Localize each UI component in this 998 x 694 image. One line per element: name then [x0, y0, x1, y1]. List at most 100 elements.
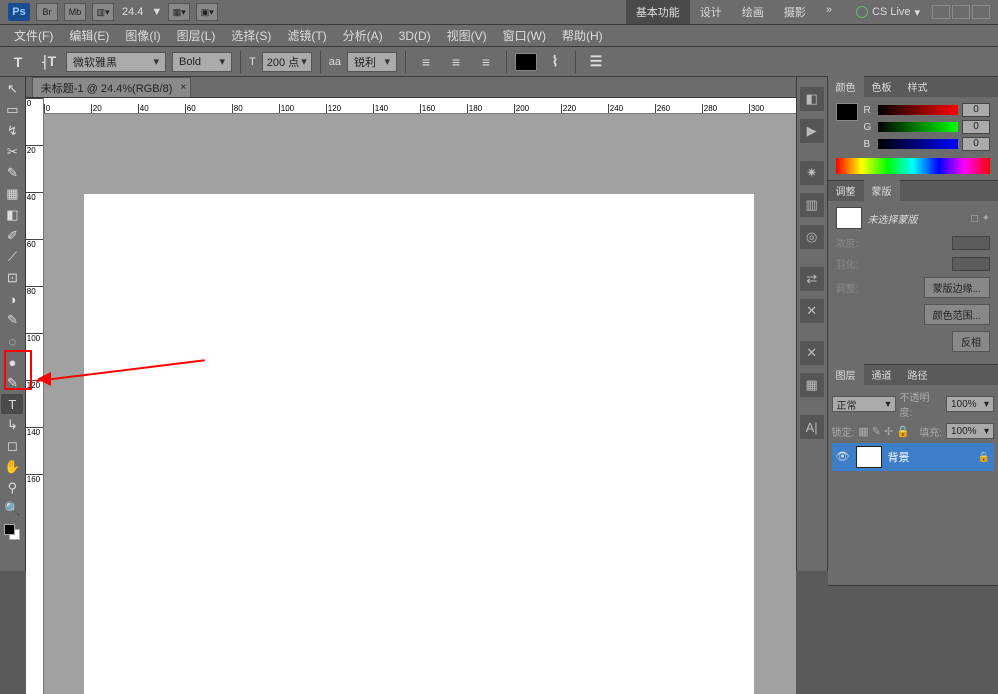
tool-zoom[interactable]: 🔍 [1, 499, 23, 519]
b-slider[interactable] [878, 139, 958, 149]
tool-shape[interactable]: ◻ [1, 436, 23, 456]
font-style-select[interactable]: Bold [172, 52, 232, 72]
tab-styles[interactable]: 样式 [900, 76, 936, 97]
zoom-chevron-icon[interactable]: ▼ [151, 6, 162, 18]
r-value[interactable]: 0 [962, 103, 990, 117]
menu-layer[interactable]: 图层(L) [169, 27, 224, 44]
font-size-input[interactable]: 200 点 [262, 52, 312, 72]
minimize-button[interactable] [932, 5, 950, 19]
text-color-swatch[interactable] [515, 53, 537, 71]
tab-color[interactable]: 颜色 [828, 76, 864, 97]
tool-history-brush[interactable]: ⊡ [1, 268, 23, 288]
antialias-select[interactable]: 锐利 [347, 52, 397, 72]
invert-button[interactable]: 反相 [952, 331, 990, 352]
tool-blur[interactable]: ◌ [1, 331, 23, 351]
color-range-button[interactable]: 颜色范围... [924, 304, 990, 325]
fg-bg-swatches[interactable] [4, 524, 20, 540]
visibility-icon[interactable]: 👁 [836, 450, 850, 464]
b-value[interactable]: 0 [962, 137, 990, 151]
tool-preset-icon[interactable]: T [6, 50, 30, 74]
history-panel-icon[interactable]: ◧ [800, 87, 824, 111]
workspace-photo[interactable]: 摄影 [774, 0, 816, 24]
tab-masks[interactable]: 蒙版 [864, 180, 900, 201]
document-tab[interactable]: 未标题-1 @ 24.4%(RGB/8) × [32, 77, 192, 97]
canvas[interactable] [84, 194, 754, 694]
screen-mode-button[interactable]: ▣▾ [196, 3, 218, 21]
lock-icons[interactable]: ▦ ✎ ✢ 🔒 [858, 425, 910, 438]
warp-text-button[interactable]: ⌇ [543, 50, 567, 74]
view-extras-button[interactable]: ▦▾ [168, 3, 190, 21]
minibridge-button[interactable]: Mb [64, 3, 86, 21]
tool-heal[interactable]: ◧ [1, 205, 23, 225]
cslive-button[interactable]: CS Live ▾ [856, 6, 920, 19]
layers-panel-icon[interactable]: ▦ [800, 373, 824, 397]
opacity-input[interactable]: 100% [946, 396, 994, 412]
menu-filter[interactable]: 滤镜(T) [279, 27, 334, 44]
tool-eyedropper[interactable]: ▦ [1, 184, 23, 204]
restore-button[interactable] [952, 5, 970, 19]
tool-brush[interactable]: ✐ [1, 226, 23, 246]
zoom-value[interactable]: 24.4 [122, 6, 143, 18]
tool-hand[interactable]: ✋ [1, 457, 23, 477]
font-family-select[interactable]: 微软雅黑 [66, 52, 166, 72]
tool-gradient[interactable]: ✎ [1, 310, 23, 330]
tool-magic-wand[interactable]: ✂ [1, 142, 23, 162]
text-orientation-button[interactable]: ⸡T [36, 50, 60, 74]
align-right-button[interactable]: ≡ [474, 50, 498, 74]
menu-select[interactable]: 选择(S) [223, 27, 279, 44]
workspace-basic[interactable]: 基本功能 [626, 0, 690, 24]
tab-channels[interactable]: 通道 [864, 364, 900, 385]
mask-icons[interactable]: ◻ ✦ [971, 213, 990, 224]
close-icon[interactable]: × [181, 82, 187, 93]
layer-row[interactable]: 👁 背景 🔒 [832, 443, 994, 471]
menu-view[interactable]: 视图(V) [439, 27, 495, 44]
spectrum-ramp[interactable] [836, 158, 990, 174]
docs-button[interactable]: ▥▾ [92, 3, 114, 21]
density-input[interactable] [952, 236, 990, 250]
brush-panel-icon[interactable]: ✷ [800, 161, 824, 185]
tool-marquee[interactable]: ▭ [1, 100, 23, 120]
menu-3d[interactable]: 3D(D) [391, 29, 439, 43]
tools-panel-icon[interactable]: ✕ [800, 341, 824, 365]
color-fg-swatch[interactable] [836, 103, 858, 121]
swap-panel-icon[interactable]: ⇄ [800, 267, 824, 291]
tool-crop[interactable]: ✎ [1, 163, 23, 183]
bridge-button[interactable]: Br [36, 3, 58, 21]
g-slider[interactable] [878, 122, 958, 132]
tab-swatches[interactable]: 色板 [864, 76, 900, 97]
feather-input[interactable] [952, 257, 990, 271]
para-panel-icon[interactable]: ✕ [800, 299, 824, 323]
menu-image[interactable]: 图像(I) [117, 27, 168, 44]
tab-adjustments[interactable]: 调整 [828, 180, 864, 201]
menu-file[interactable]: 文件(F) [6, 27, 61, 44]
tool-move[interactable]: ↖ [1, 79, 23, 99]
tool-eraser[interactable]: ◑ [1, 289, 23, 309]
actions-panel-icon[interactable]: ▶ [800, 119, 824, 143]
align-left-button[interactable]: ≡ [414, 50, 438, 74]
workspace-paint[interactable]: 绘画 [732, 0, 774, 24]
tool-lasso[interactable]: ↯ [1, 121, 23, 141]
close-button[interactable] [972, 5, 990, 19]
workspace-more[interactable]: » [816, 0, 842, 24]
align-center-button[interactable]: ≡ [444, 50, 468, 74]
menu-analysis[interactable]: 分析(A) [335, 27, 391, 44]
canvas-viewport[interactable] [44, 114, 796, 694]
nav-panel-icon[interactable]: ◎ [800, 225, 824, 249]
tool-type[interactable]: T [1, 394, 23, 414]
tool-rotate[interactable]: ⚲ [1, 478, 23, 498]
char-panel-icon[interactable]: A| [800, 415, 824, 439]
r-slider[interactable] [878, 105, 958, 115]
menu-help[interactable]: 帮助(H) [554, 27, 611, 44]
menu-edit[interactable]: 编辑(E) [61, 27, 117, 44]
clone-panel-icon[interactable]: ▥ [800, 193, 824, 217]
tool-path[interactable]: ↳ [1, 415, 23, 435]
tool-stamp[interactable]: ⟋ [1, 247, 23, 267]
blend-mode-select[interactable]: 正常 [832, 396, 896, 412]
mask-edge-button[interactable]: 蒙版边缘... [924, 277, 990, 298]
tab-paths[interactable]: 路径 [900, 364, 936, 385]
workspace-design[interactable]: 设计 [690, 0, 732, 24]
fill-input[interactable]: 100% [946, 423, 994, 439]
char-panel-button[interactable]: ☰ [584, 50, 608, 74]
tab-layers[interactable]: 图层 [828, 364, 864, 385]
menu-window[interactable]: 窗口(W) [495, 27, 554, 44]
